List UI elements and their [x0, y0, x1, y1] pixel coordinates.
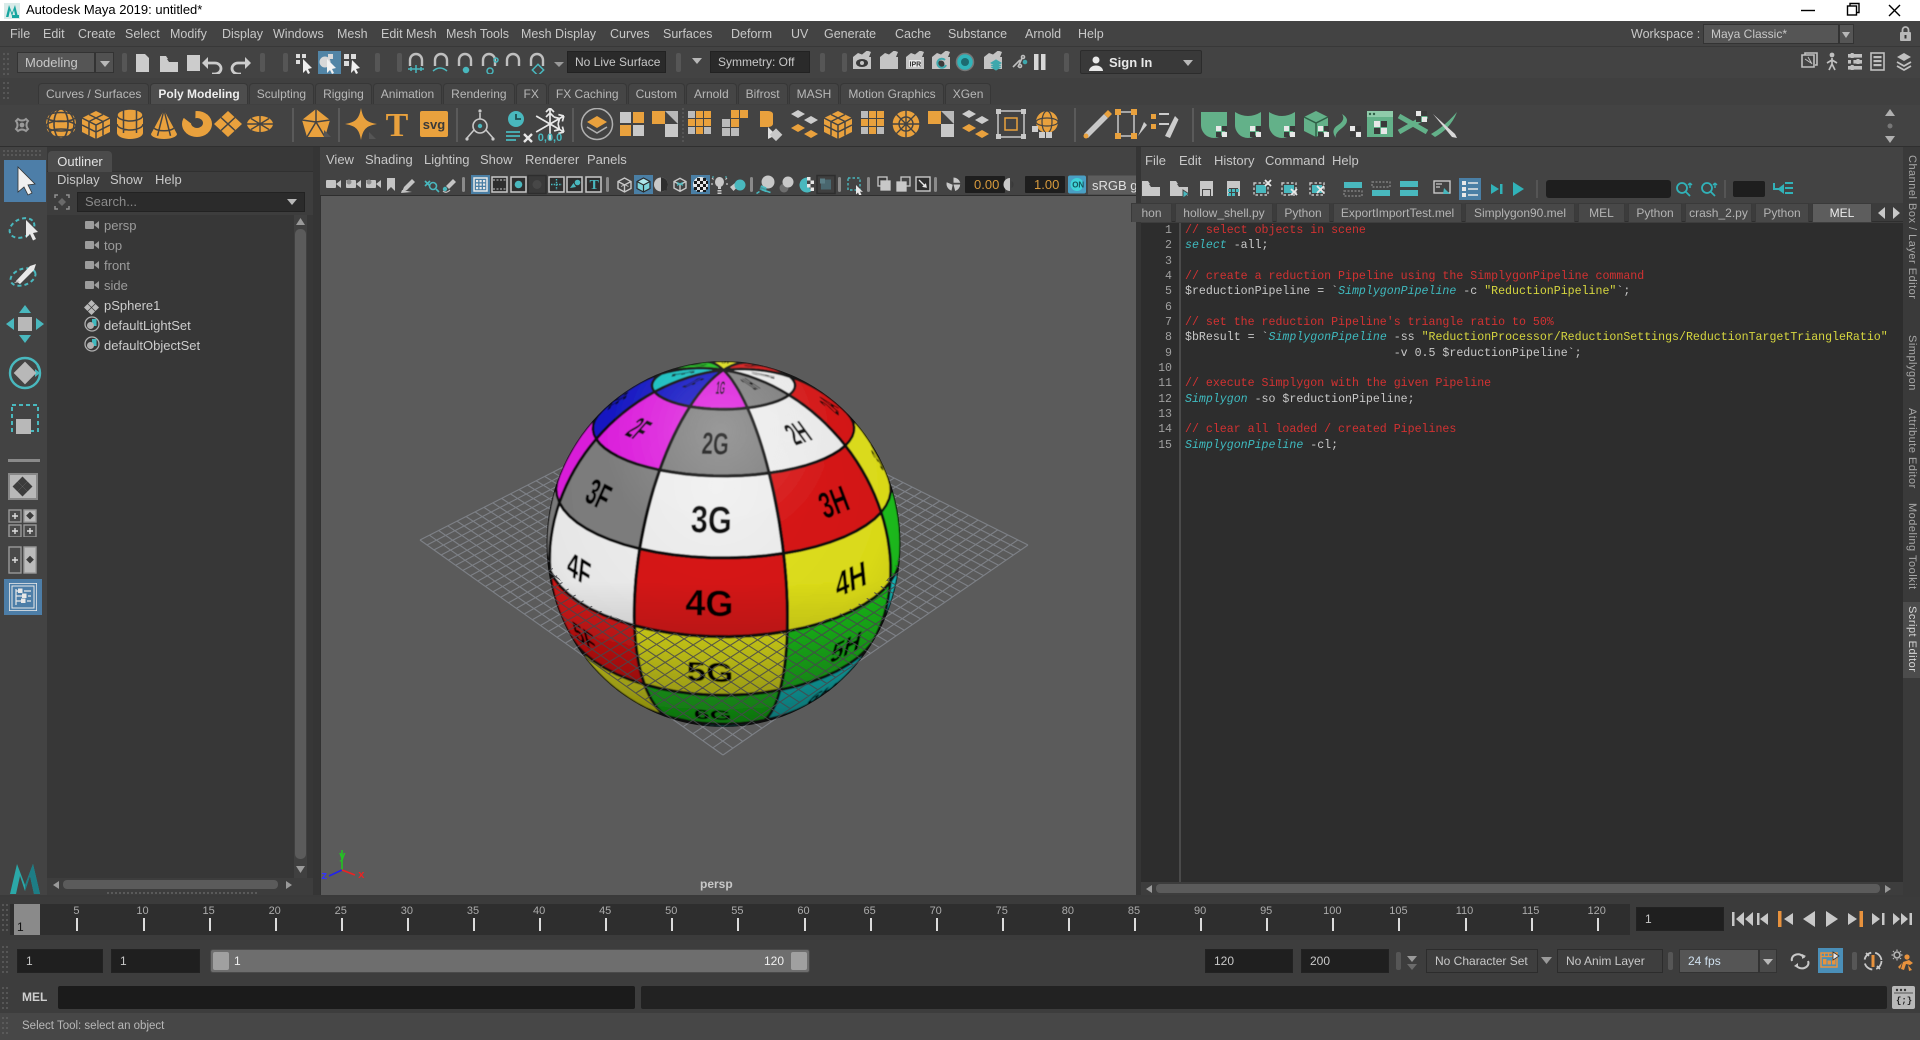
- svg-text:IPR: IPR: [910, 62, 922, 69]
- svg-text:1.00: 1.00: [1034, 177, 1059, 192]
- svg-text:sRGB g: sRGB g: [1092, 178, 1136, 193]
- svg-text:z: z: [321, 871, 328, 883]
- svg-text:front: front: [104, 258, 130, 273]
- svg-text:x: x: [358, 870, 365, 882]
- svg-text:persp: persp: [104, 218, 137, 233]
- svg-text:top: top: [104, 238, 122, 253]
- svg-text:pSphere1: pSphere1: [104, 298, 160, 313]
- svg-text:defaultObjectSet: defaultObjectSet: [104, 338, 201, 353]
- svg-text:y: y: [339, 851, 346, 863]
- svg-text:0.00: 0.00: [974, 177, 999, 192]
- svg-text:ON: ON: [1072, 181, 1084, 190]
- svg-text:defaultLightSet: defaultLightSet: [104, 318, 191, 333]
- svg-text:{;}: {;}: [1896, 996, 1912, 1006]
- svg-text:T: T: [590, 178, 600, 193]
- svg-text:side: side: [104, 278, 128, 293]
